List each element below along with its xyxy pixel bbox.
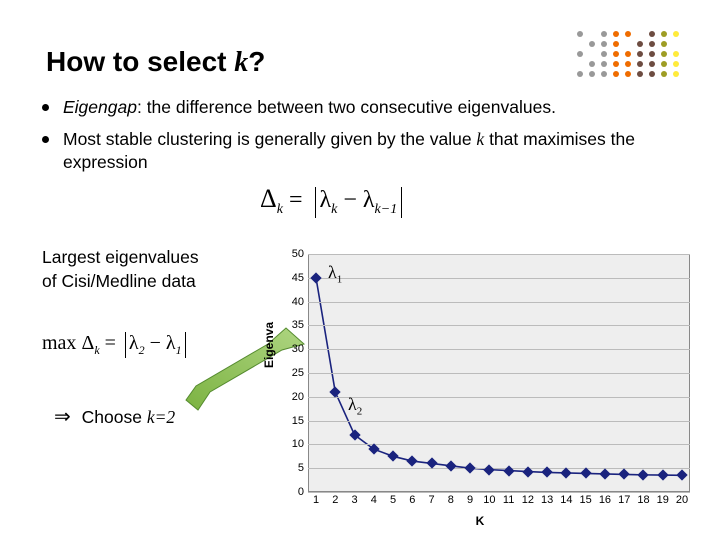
decorative-dots xyxy=(574,28,684,83)
bullet-1: Eigengap: the difference between two con… xyxy=(42,96,670,120)
chart-x-tick: 15 xyxy=(577,494,595,506)
chart-y-tick: 20 xyxy=(260,391,304,403)
page-title: How to select k? xyxy=(46,46,265,79)
chart-xlabel: K xyxy=(260,514,700,528)
chart-x-tick: 10 xyxy=(480,494,498,506)
chart-x-tick: 6 xyxy=(403,494,421,506)
chart-y-tick: 0 xyxy=(260,486,304,498)
chart-y-tick: 35 xyxy=(260,319,304,331)
chart-y-tick: 45 xyxy=(260,272,304,284)
chart-x-tick: 16 xyxy=(596,494,614,506)
chart-y-tick: 50 xyxy=(260,248,304,260)
chart-x-tick: 17 xyxy=(615,494,633,506)
chart-x-tick: 20 xyxy=(673,494,691,506)
lambda1-label: λ1 xyxy=(328,262,342,286)
chart-x-tick: 18 xyxy=(634,494,652,506)
bullet-dot-icon xyxy=(42,104,49,111)
bullet-1-term: Eigengap xyxy=(63,97,137,117)
formula-eigengap: Δk = λk − λk−1 xyxy=(260,184,402,218)
title-k: k xyxy=(234,47,248,78)
choose-value: k=2 xyxy=(147,407,175,427)
chart-y-tick: 25 xyxy=(260,367,304,379)
chart-x-tick: 12 xyxy=(519,494,537,506)
bullet-1-rest: : the difference between two consecutive… xyxy=(137,97,556,117)
dataset-note: Largest eigenvalues of Cisi/Medline data xyxy=(42,246,242,293)
bullet-2-pre: Most stable clustering is generally give… xyxy=(63,129,476,149)
eigenvalue-chart: Eigenva K 051015202530354045501234567891… xyxy=(260,248,700,528)
chart-x-tick: 11 xyxy=(500,494,518,506)
chart-x-tick: 19 xyxy=(654,494,672,506)
chart-y-tick: 15 xyxy=(260,415,304,427)
chart-x-tick: 8 xyxy=(442,494,460,506)
chart-y-tick: 40 xyxy=(260,296,304,308)
formula-max-gap: max Δk = λ2 − λ1 xyxy=(42,332,186,358)
chart-x-tick: 4 xyxy=(365,494,383,506)
chart-x-tick: 1 xyxy=(307,494,325,506)
bullet-dot-icon xyxy=(42,136,49,143)
lambda2-label: λ2 xyxy=(348,394,362,418)
chart-x-tick: 7 xyxy=(423,494,441,506)
title-text-prefix: How to select xyxy=(46,46,234,77)
note-l2: of Cisi/Medline data xyxy=(42,271,196,291)
chart-x-tick: 5 xyxy=(384,494,402,506)
title-text-suffix: ? xyxy=(248,46,265,77)
chart-y-tick: 5 xyxy=(260,462,304,474)
bullet-2: Most stable clustering is generally give… xyxy=(42,128,670,175)
chart-y-tick: 30 xyxy=(260,343,304,355)
chart-x-tick: 9 xyxy=(461,494,479,506)
choose-label: Choose xyxy=(82,407,147,427)
choose-k: ⇒ Choose k=2 xyxy=(54,404,175,429)
chart-x-tick: 13 xyxy=(538,494,556,506)
bullet-list: Eigengap: the difference between two con… xyxy=(42,96,670,183)
note-l1: Largest eigenvalues xyxy=(42,247,199,267)
chart-y-tick: 10 xyxy=(260,438,304,450)
chart-x-tick: 14 xyxy=(557,494,575,506)
chart-x-tick: 3 xyxy=(346,494,364,506)
chart-x-tick: 2 xyxy=(326,494,344,506)
implies-icon: ⇒ xyxy=(54,406,71,428)
